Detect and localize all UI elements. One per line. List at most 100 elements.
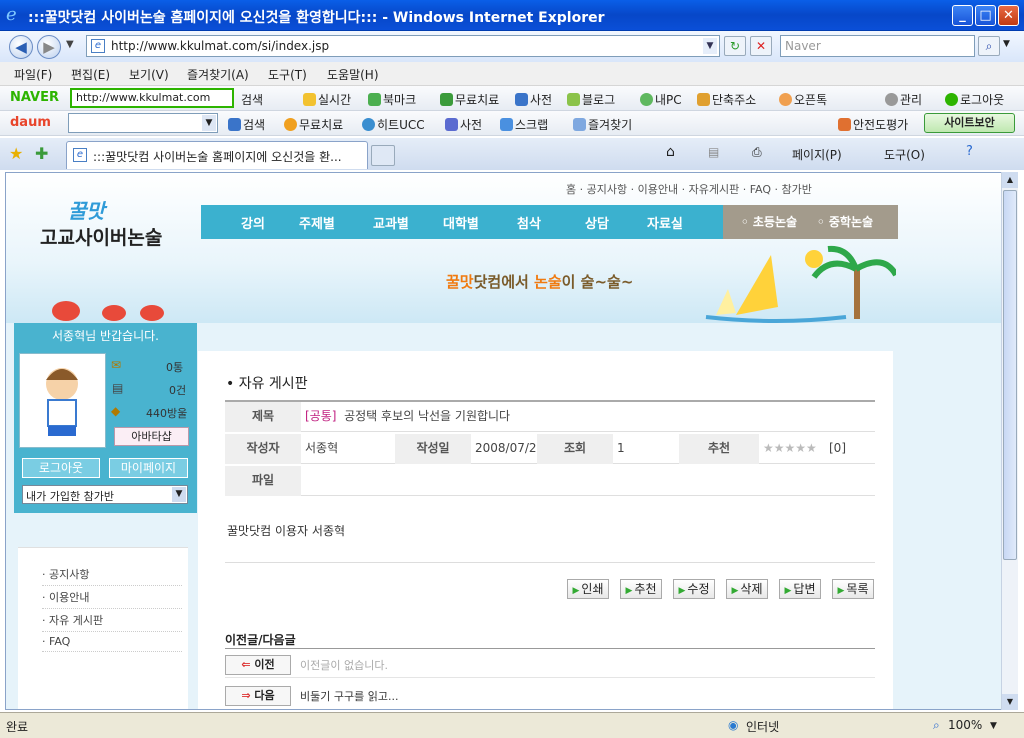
naver-opentalk[interactable]: 오픈톡	[779, 91, 827, 108]
list-button[interactable]: ▶ 목록	[832, 579, 874, 599]
naver-search-input[interactable]: http://www.kkulmat.com	[70, 88, 234, 108]
nav-university[interactable]: 대학별	[443, 213, 479, 232]
site-logo-mark[interactable]: 꿀맛	[68, 195, 105, 224]
naver-free-cure[interactable]: 무료치료	[440, 91, 499, 108]
avatar-shop-button[interactable]: 아바타샵	[114, 427, 189, 446]
daum-scrap[interactable]: 스크랩	[500, 116, 548, 133]
address-bar[interactable]: e http://www.kkulmat.com/si/index.jsp ▼	[86, 35, 720, 57]
zoom-dropdown-icon[interactable]: ▼	[990, 721, 997, 731]
search-dropdown-icon[interactable]: ▼	[1003, 39, 1010, 49]
add-favorites-icon[interactable]: ✚	[35, 144, 48, 163]
sidemenu-guide[interactable]: · 이용안내	[42, 589, 182, 609]
rss-icon[interactable]: ▤	[708, 145, 719, 159]
naver-search-button[interactable]: 검색	[241, 91, 263, 108]
refresh-button[interactable]: ↻	[724, 36, 746, 56]
class-select-value: 내가 가입한 참가반	[26, 490, 114, 503]
scroll-up-icon[interactable]: ▲	[1002, 172, 1018, 188]
reply-button[interactable]: ▶ 답변	[779, 579, 821, 599]
nav-topic[interactable]: 주제별	[299, 213, 335, 232]
scroll-down-icon[interactable]: ▼	[1002, 694, 1018, 710]
topnav-faq[interactable]: FAQ	[750, 183, 771, 196]
minimize-button[interactable]: _	[952, 5, 973, 26]
sidemenu-board[interactable]: · 자유 게시판	[42, 612, 182, 632]
history-dropdown-icon[interactable]: ▼	[66, 39, 74, 50]
daum-free-cure[interactable]: 무료치료	[284, 116, 343, 133]
maximize-button[interactable]: □	[975, 5, 996, 26]
daum-dropdown-icon[interactable]: ▼	[202, 115, 216, 131]
gear-icon	[885, 93, 898, 106]
search-icon[interactable]: ⌕	[978, 36, 1000, 56]
print-icon[interactable]: ⎙	[752, 145, 762, 160]
forward-button[interactable]: ▶	[37, 35, 61, 59]
menu-file[interactable]: 파일(F)	[14, 66, 52, 83]
prev-button[interactable]: ⇐ 이전	[225, 655, 291, 675]
topnav-board[interactable]: 자유게시판	[689, 183, 740, 196]
daum-hit-ucc[interactable]: 히트UCC	[362, 116, 425, 133]
nav-lecture[interactable]: 강의	[241, 213, 265, 232]
naver-shorturl[interactable]: 단축주소	[697, 91, 756, 108]
mypage-button[interactable]: 마이페이지	[109, 458, 188, 478]
tab-current[interactable]: e :::꿀맛닷컴 사이버논술 홈페이지에 오신것을 환...	[66, 141, 368, 169]
daum-favorites[interactable]: 즐겨찾기	[573, 116, 632, 133]
avatar[interactable]	[19, 353, 106, 448]
site-security-button[interactable]: 사이트보안	[924, 113, 1015, 133]
sidemenu-notice[interactable]: · 공지사항	[42, 566, 182, 586]
topnav-home[interactable]: 홈	[566, 183, 576, 196]
menu-view[interactable]: 보기(V)	[129, 66, 169, 83]
class-select[interactable]: 내가 가입한 참가반 ▼	[22, 485, 188, 504]
daum-dictionary[interactable]: 사전	[445, 116, 482, 133]
zoom-level[interactable]: 100%	[948, 718, 982, 732]
greeting: 서종혁님 반갑습니다.	[52, 329, 159, 343]
daum-search-input[interactable]: ▼	[68, 113, 218, 133]
menu-help[interactable]: 도움말(H)	[327, 66, 379, 83]
search-input[interactable]: Naver	[780, 35, 975, 57]
naver-realtime[interactable]: 실시간	[303, 91, 351, 108]
page-menu[interactable]: 페이지(P)	[792, 146, 842, 163]
label-views: 조회	[537, 434, 613, 464]
topnav-guide[interactable]: 이용안내	[638, 183, 678, 196]
scroll-thumb[interactable]	[1003, 190, 1017, 560]
chevron-down-icon[interactable]: ▼	[172, 487, 186, 502]
delete-button[interactable]: ▶ 삭제	[726, 579, 768, 599]
naver-logout[interactable]: 로그아웃	[945, 91, 1004, 108]
naver-manage[interactable]: 관리	[885, 91, 922, 108]
nav-elementary[interactable]: ◦ 초등논술	[741, 213, 797, 230]
next-button[interactable]: ⇒ 다음	[225, 686, 291, 706]
stat-posts: 0건	[169, 384, 187, 397]
home-icon[interactable]: ⌂	[666, 144, 675, 160]
recommend-button[interactable]: ▶ 추천	[620, 579, 662, 599]
daum-safety[interactable]: 안전도평가	[838, 116, 908, 133]
nav-subject[interactable]: 교과별	[373, 213, 409, 232]
naver-blog[interactable]: 블로그	[567, 91, 615, 108]
new-tab-button[interactable]	[371, 145, 395, 166]
sidemenu-faq[interactable]: · FAQ	[42, 635, 182, 652]
naver-dictionary[interactable]: 사전	[515, 91, 552, 108]
menu-edit[interactable]: 편집(E)	[71, 66, 110, 83]
help-icon[interactable]: ?	[966, 144, 973, 159]
address-dropdown-icon[interactable]: ▼	[703, 38, 717, 54]
site-logo-text[interactable]: 고교사이버논술	[40, 223, 162, 250]
menu-tools[interactable]: 도구(T)	[268, 66, 307, 83]
favorites-star-icon[interactable]: ★	[9, 144, 23, 163]
vertical-scrollbar[interactable]: ▲ ▼	[1001, 172, 1018, 710]
next-link[interactable]: 비둘기 구구를 읽고...	[300, 688, 398, 704]
nav-archive[interactable]: 자료실	[647, 213, 683, 232]
print-button[interactable]: ▶ 인쇄	[567, 579, 609, 599]
stop-button[interactable]: ✕	[750, 36, 772, 56]
tools-menu[interactable]: 도구(O)	[884, 146, 925, 163]
edit-button[interactable]: ▶ 수정	[673, 579, 715, 599]
mypc-icon	[640, 93, 653, 106]
zoom-icon[interactable]: ⌕	[933, 718, 940, 733]
topnav-class[interactable]: 참가반	[782, 183, 812, 196]
naver-bookmark[interactable]: 북마크	[368, 91, 416, 108]
naver-mypc[interactable]: 내PC	[640, 91, 682, 108]
back-button[interactable]: ◀	[9, 35, 33, 59]
nav-counsel[interactable]: 상담	[585, 213, 609, 232]
close-button[interactable]: ✕	[998, 5, 1019, 26]
nav-correction[interactable]: 첨삭	[517, 213, 541, 232]
logout-button[interactable]: 로그아웃	[22, 458, 100, 478]
daum-search[interactable]: 검색	[228, 116, 265, 133]
nav-middle[interactable]: ◦ 중학논술	[817, 213, 873, 230]
topnav-notice[interactable]: 공지사항	[587, 183, 627, 196]
menu-favorites[interactable]: 즐겨찾기(A)	[187, 66, 249, 83]
